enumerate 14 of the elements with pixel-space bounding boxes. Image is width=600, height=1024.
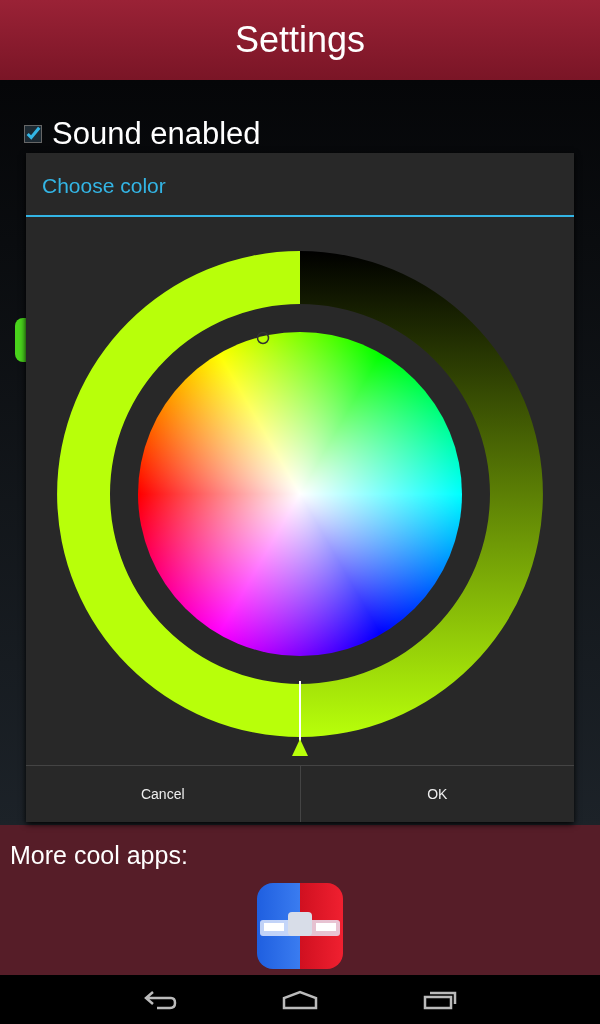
checkbox[interactable] (24, 125, 42, 143)
brightness-ring[interactable] (57, 251, 543, 737)
value-pointer[interactable] (290, 681, 310, 757)
back-icon[interactable] (142, 989, 177, 1010)
recent-apps-icon[interactable] (423, 989, 458, 1010)
selection-marker-icon[interactable] (256, 331, 270, 345)
home-icon[interactable] (282, 989, 318, 1010)
dialog-button[interactable]: OK (299, 766, 574, 822)
screen-title: Settings (234, 19, 366, 61)
dialog-button[interactable]: Cancel (26, 766, 300, 822)
dialog-title: Choose color (26, 153, 574, 217)
promo-heading: More cool apps: (9, 840, 189, 870)
setting-label: Sound enabled (52, 116, 261, 152)
app-icon[interactable] (256, 882, 344, 970)
